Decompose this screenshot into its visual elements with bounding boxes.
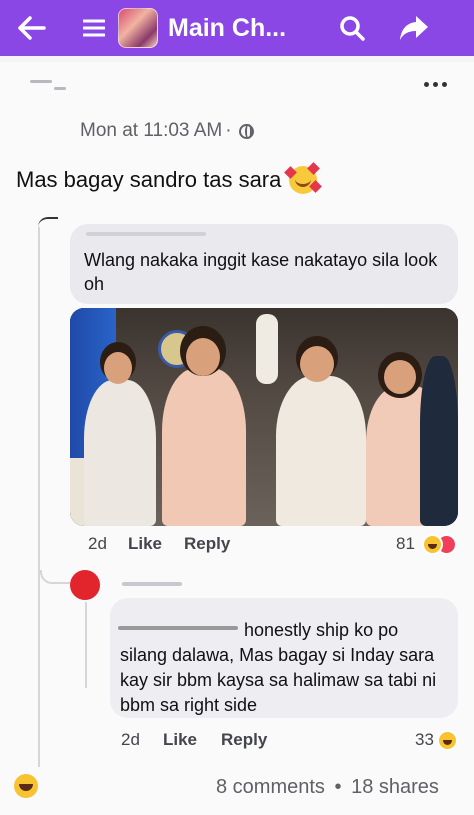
post-stats: 8 comments • 18 shares bbox=[216, 776, 439, 799]
reactions[interactable] bbox=[422, 534, 460, 556]
comment-time: 2d bbox=[88, 534, 107, 553]
group-avatar[interactable] bbox=[118, 8, 158, 48]
top-app-bar: Main Ch... bbox=[0, 0, 474, 56]
arrow-left-icon[interactable] bbox=[14, 10, 50, 46]
haha-reaction-icon bbox=[422, 534, 443, 555]
comment-text: Wlang nakaka inggit kase nakatayo sila l… bbox=[84, 250, 438, 294]
hamburger-menu-icon[interactable] bbox=[76, 10, 112, 46]
post-body: Mas bagay sandro tas sara bbox=[16, 162, 323, 194]
reply-text: honestly ship ko po silang dalawa, Mas b… bbox=[120, 620, 437, 715]
stats-separator: • bbox=[334, 776, 342, 798]
reply-thread-line bbox=[85, 602, 87, 688]
share-arrow-icon[interactable] bbox=[396, 10, 432, 46]
reply-button[interactable]: Reply bbox=[221, 730, 267, 750]
reply-time: 2d bbox=[121, 730, 140, 749]
like-button[interactable]: Like bbox=[128, 534, 162, 554]
reaction-count[interactable]: 81 bbox=[396, 534, 415, 554]
reply-actions: 2d Like Reply 33 bbox=[121, 730, 461, 754]
more-dots-icon[interactable] bbox=[424, 82, 454, 92]
thread-connector bbox=[38, 217, 58, 227]
timestamp-text: Mon at 11:03 AM bbox=[80, 120, 223, 141]
comment-bubble[interactable]: Wlang nakaka inggit kase nakatayo sila l… bbox=[70, 224, 458, 304]
reply-bubble[interactable]: honestly ship ko po silang dalawa, Mas b… bbox=[110, 598, 458, 718]
replier-name-redacted bbox=[122, 582, 182, 586]
comment-actions: 2d Like Reply 81 bbox=[88, 534, 458, 558]
author-name-redacted bbox=[30, 80, 78, 94]
timestamp-separator: · bbox=[225, 120, 232, 141]
like-button[interactable]: Like bbox=[163, 730, 197, 750]
thread-line bbox=[38, 227, 40, 767]
haha-reaction-icon[interactable] bbox=[437, 730, 458, 751]
haha-reaction-icon[interactable] bbox=[14, 774, 38, 798]
post-card: Mon at 11:03 AM · Mas bagay sandro tas s… bbox=[0, 62, 474, 815]
shares-count[interactable]: 18 shares bbox=[351, 776, 439, 798]
globe-icon bbox=[238, 123, 254, 139]
smiling-face-with-hearts-emoji bbox=[284, 162, 323, 194]
comments-count[interactable]: 8 comments bbox=[216, 776, 325, 798]
post-timestamp[interactable]: Mon at 11:03 AM · bbox=[80, 120, 254, 142]
comment-photo[interactable] bbox=[70, 308, 458, 526]
search-icon[interactable] bbox=[334, 10, 370, 46]
reaction-count[interactable]: 33 bbox=[415, 730, 434, 750]
group-title[interactable]: Main Ch... bbox=[168, 14, 306, 43]
reply-button[interactable]: Reply bbox=[184, 534, 230, 554]
reply-connector bbox=[40, 570, 70, 584]
commenter-name-redacted bbox=[86, 232, 206, 236]
avatar[interactable] bbox=[70, 570, 100, 600]
post-text: Mas bagay sandro tas sara bbox=[16, 167, 282, 192]
